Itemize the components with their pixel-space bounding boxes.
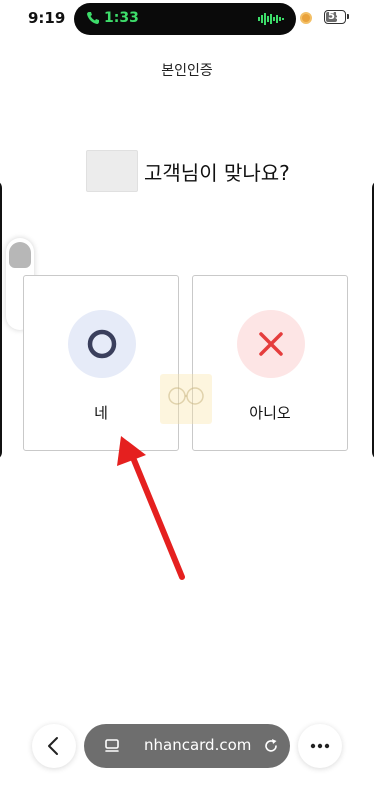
question-row: 고객님이 맞나요?: [86, 150, 290, 192]
customer-name-redacted: [86, 150, 138, 192]
x-icon: [259, 332, 283, 356]
url-text[interactable]: nhancard.com: [144, 736, 251, 754]
address-bar[interactable]: nhancard.com: [84, 724, 290, 768]
chevron-left-icon: [48, 737, 58, 755]
no-icon-circle: [237, 310, 305, 378]
device-edge-left: [0, 180, 2, 460]
battery-percent: 55: [328, 11, 342, 22]
more-options-button[interactable]: [298, 724, 342, 768]
yes-icon-circle: [68, 310, 136, 378]
dynamic-island[interactable]: 1:33: [74, 3, 296, 35]
call-duration: 1:33: [104, 10, 139, 26]
yes-button[interactable]: 네: [23, 275, 179, 451]
side-handle-knob[interactable]: [9, 242, 31, 268]
audio-waveform-icon: [258, 13, 284, 25]
back-button[interactable]: [32, 724, 76, 768]
status-bar: 9:19 1:33 55: [0, 0, 374, 38]
yes-label: 네: [94, 404, 108, 422]
reload-icon[interactable]: [262, 737, 280, 755]
glasses-watermark-icon: [168, 387, 204, 405]
watermark-logo: [160, 374, 212, 424]
question-text: 고객님이 맞나요?: [144, 160, 290, 185]
no-label: 아니오: [249, 404, 291, 422]
battery-icon: 55: [324, 10, 349, 24]
recording-indicator-icon: [300, 12, 312, 24]
page-title: 본인인증: [161, 63, 213, 79]
status-time: 9:19: [28, 9, 66, 27]
no-button[interactable]: 아니오: [192, 275, 348, 451]
circle-o-icon: [87, 329, 117, 359]
tabs-icon[interactable]: [104, 737, 122, 755]
more-dots-icon: [310, 743, 330, 749]
phone-icon: [87, 12, 99, 24]
